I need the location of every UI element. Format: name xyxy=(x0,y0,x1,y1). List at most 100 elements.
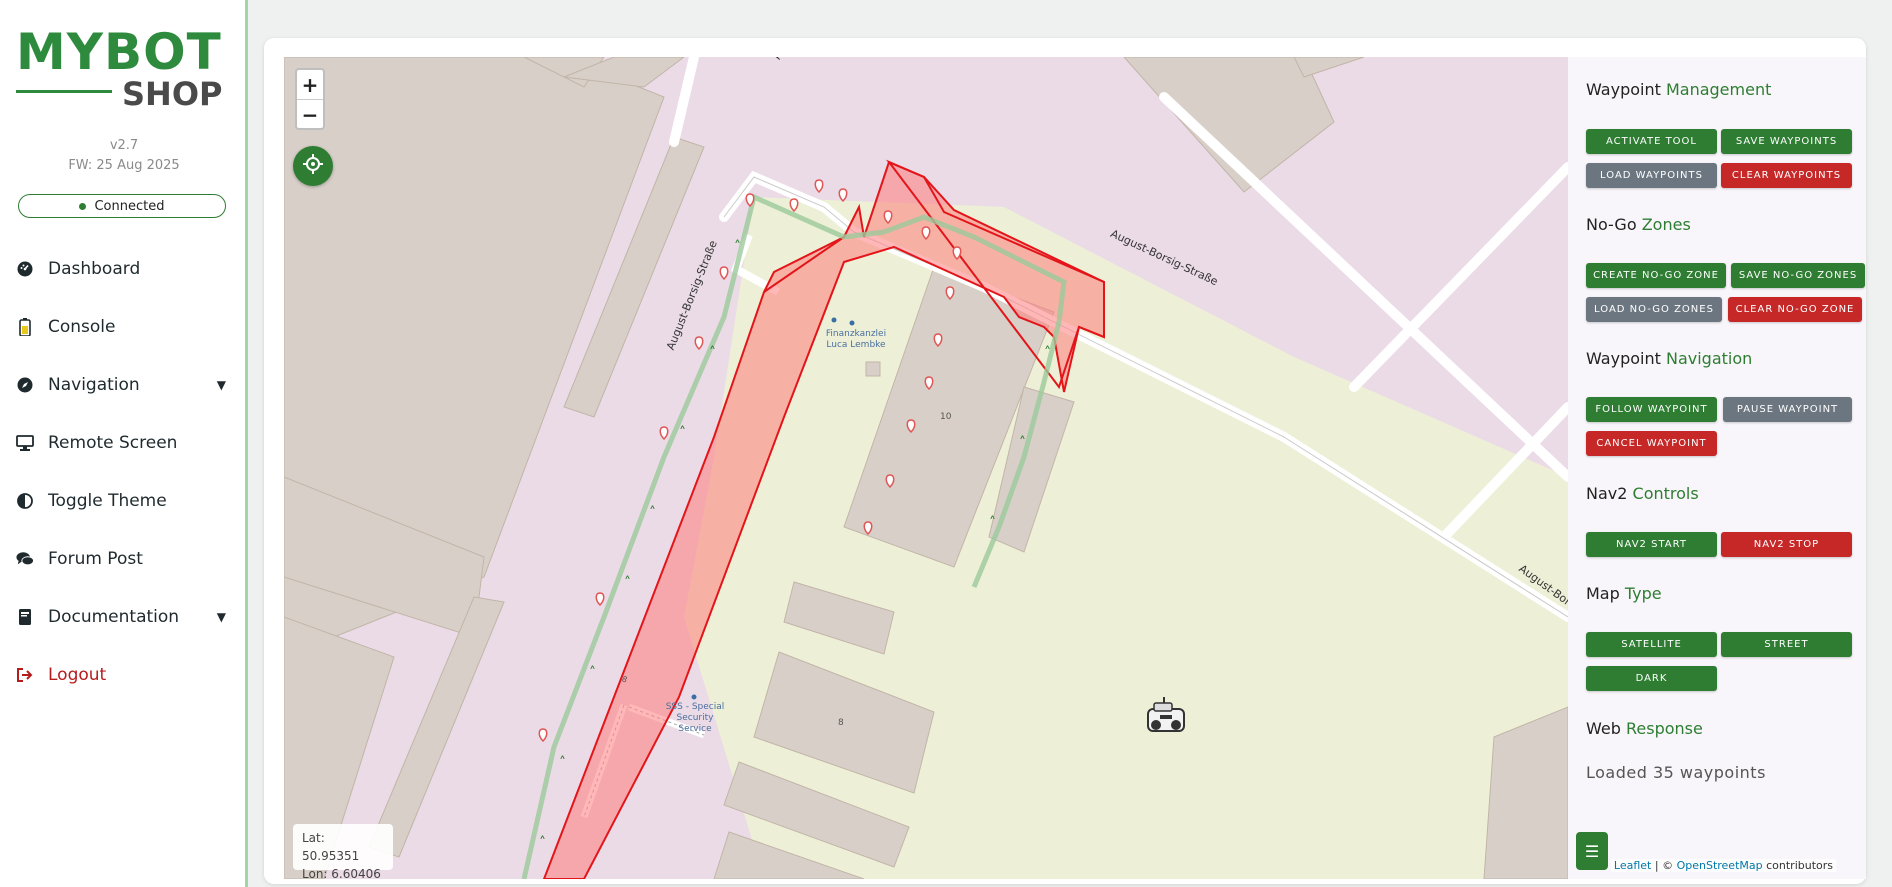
svg-text:˄: ˄ xyxy=(734,239,741,255)
clear-no-go-zone-button[interactable]: Clear No-Go Zone xyxy=(1728,297,1862,322)
logo-text-bottom: SHOP xyxy=(122,75,223,113)
section-title-part: Web xyxy=(1586,719,1621,738)
section-title-part: Nav2 xyxy=(1586,484,1628,503)
logo-text-top: MYBOT xyxy=(16,23,222,81)
dark-map-button[interactable]: Dark xyxy=(1586,666,1717,691)
section-title-part: No-Go xyxy=(1586,215,1637,234)
connection-status-text: Connected xyxy=(94,198,165,214)
map-view[interactable]: ˄ ˄ ˄ ˄ ˄ ˄ ˄ ˄ ˄ ˄ ˄ August-Borsig-Stra… xyxy=(284,57,1568,879)
map-attribution: Leaflet | © OpenStreetMap contributors xyxy=(1610,859,1836,872)
menu-icon: ☰ xyxy=(1584,841,1600,861)
section-title-waypoint-management: Waypoint Management xyxy=(1586,80,1771,99)
svg-text:˄: ˄ xyxy=(589,665,596,681)
svg-text:˄: ˄ xyxy=(1044,345,1051,361)
battery-icon xyxy=(16,318,34,336)
svg-text:˄: ˄ xyxy=(539,835,546,851)
nav-label-dashboard: Dashboard xyxy=(48,259,141,279)
poi-label-line: SSS - Special xyxy=(665,702,725,712)
nav-label-forum-post: Forum Post xyxy=(48,549,143,569)
section-title-accent: Zones xyxy=(1641,215,1691,234)
section-title-web-response: Web Response xyxy=(1586,719,1703,738)
save-waypoints-button[interactable]: Save Waypoints xyxy=(1721,129,1852,154)
svg-text:˄: ˄ xyxy=(709,345,716,361)
clear-waypoints-button[interactable]: Clear Waypoints xyxy=(1721,163,1852,188)
section-title-part: Map xyxy=(1586,584,1620,603)
satellite-map-button[interactable]: Satellite xyxy=(1586,632,1717,657)
compass-icon xyxy=(16,376,34,394)
nav-item-navigation[interactable]: Navigation ▼ xyxy=(16,370,230,400)
nav2-start-button[interactable]: Nav2 Start xyxy=(1586,532,1717,557)
nav-label-remote-screen: Remote Screen xyxy=(48,433,178,453)
activate-tool-button[interactable]: Activate Tool xyxy=(1586,129,1717,154)
create-no-go-zone-button[interactable]: Create No-Go Zone xyxy=(1586,263,1726,288)
load-no-go-zones-button[interactable]: Load No-Go Zones xyxy=(1586,297,1722,322)
section-title-accent: Navigation xyxy=(1665,349,1753,368)
leaflet-link[interactable]: Leaflet xyxy=(1614,859,1651,872)
section-title-no-go-zones: No-Go Zones xyxy=(1586,215,1691,234)
pause-waypoint-button[interactable]: Pause Waypoint xyxy=(1723,397,1852,422)
svg-text:˄: ˄ xyxy=(624,575,631,591)
svg-text:˄: ˄ xyxy=(1019,435,1026,451)
zoom-in-button[interactable]: + xyxy=(297,70,323,100)
poi-label: Finanzkanzlei Luca Lembke xyxy=(816,329,896,351)
svg-text:˄: ˄ xyxy=(559,755,566,771)
chevron-down-icon: ▼ xyxy=(216,610,226,624)
poi-label-line: Security xyxy=(676,713,714,723)
version-label: v2.7 xyxy=(109,138,139,153)
chevron-down-icon: ▼ xyxy=(216,378,226,392)
section-title-part: Waypoint xyxy=(1586,349,1661,368)
nav-item-documentation[interactable]: Documentation ▼ xyxy=(16,602,230,632)
latitude-text: Lat: 50.95351 xyxy=(302,831,360,863)
section-title-accent: Type xyxy=(1624,584,1662,603)
section-title-map-type: Map Type xyxy=(1586,584,1662,603)
nav-label-console: Console xyxy=(48,317,116,337)
firmware-label: FW: 25 Aug 2025 xyxy=(68,158,180,173)
attribution-contributors: contributors xyxy=(1762,859,1833,872)
nav-item-toggle-theme[interactable]: Toggle Theme xyxy=(16,486,230,516)
theme-half-circle-icon xyxy=(16,492,34,510)
openstreetmap-link[interactable]: OpenStreetMap xyxy=(1677,859,1763,872)
nav-label-logout: Logout xyxy=(48,665,107,685)
svg-text:˄: ˄ xyxy=(989,515,996,531)
map-canvas: ˄ ˄ ˄ ˄ ˄ ˄ ˄ ˄ ˄ ˄ ˄ xyxy=(284,57,1568,879)
svg-text:˄: ˄ xyxy=(679,425,686,441)
cancel-waypoint-button[interactable]: Cancel Waypoint xyxy=(1586,431,1717,456)
section-title-accent: Controls xyxy=(1632,484,1699,503)
save-no-go-zones-button[interactable]: Save No-Go Zones xyxy=(1731,263,1865,288)
poi-label-line: Luca Lembke xyxy=(826,340,886,350)
section-title-waypoint-navigation: Waypoint Navigation xyxy=(1586,349,1752,368)
comments-icon xyxy=(16,550,34,568)
zoom-control: + − xyxy=(295,68,325,130)
logo-underline xyxy=(16,90,112,93)
house-number: 10 xyxy=(940,412,952,422)
section-title-nav2-controls: Nav2 Controls xyxy=(1586,484,1699,503)
nav-item-console[interactable]: Console xyxy=(16,312,230,342)
nav2-stop-button[interactable]: Nav2 Stop xyxy=(1721,532,1852,557)
control-panel: Waypoint Management Activate Tool Save W… xyxy=(1568,57,1866,879)
coordinates-readout: Lat: 50.95351 Lon: 6.60406 xyxy=(293,824,393,879)
sidebar: MYBOT SHOP v2.7 FW: 25 Aug 2025 Connecte… xyxy=(0,0,248,887)
section-title-part: Waypoint xyxy=(1586,80,1661,99)
connection-status-badge: Connected xyxy=(18,194,226,218)
monitor-icon xyxy=(16,434,34,452)
section-title-accent: Management xyxy=(1665,80,1772,99)
nav-item-dashboard[interactable]: Dashboard xyxy=(16,254,230,284)
nav-item-logout[interactable]: Logout xyxy=(16,660,230,690)
web-response-message: Loaded 35 waypoints xyxy=(1586,763,1766,782)
sign-out-icon xyxy=(16,666,34,684)
crosshair-icon xyxy=(302,153,324,179)
street-map-button[interactable]: Street xyxy=(1721,632,1852,657)
hamburger-menu-button[interactable]: ☰ xyxy=(1576,832,1608,870)
load-waypoints-button[interactable]: Load Waypoints xyxy=(1586,163,1717,188)
svg-text:˄: ˄ xyxy=(649,505,656,521)
house-number: 8 xyxy=(838,718,844,728)
section-title-accent: Response xyxy=(1625,719,1703,738)
follow-waypoint-button[interactable]: Follow Waypoint xyxy=(1586,397,1717,422)
zoom-out-button[interactable]: − xyxy=(297,100,323,129)
poi-label-line: Finanzkanzlei xyxy=(825,329,887,339)
nav-item-forum-post[interactable]: Forum Post xyxy=(16,544,230,574)
locate-button[interactable] xyxy=(293,146,333,186)
nav-item-remote-screen[interactable]: Remote Screen xyxy=(16,428,230,458)
nav-label-navigation: Navigation xyxy=(48,375,140,395)
mybot-shop-logo[interactable]: MYBOT SHOP xyxy=(16,23,223,113)
